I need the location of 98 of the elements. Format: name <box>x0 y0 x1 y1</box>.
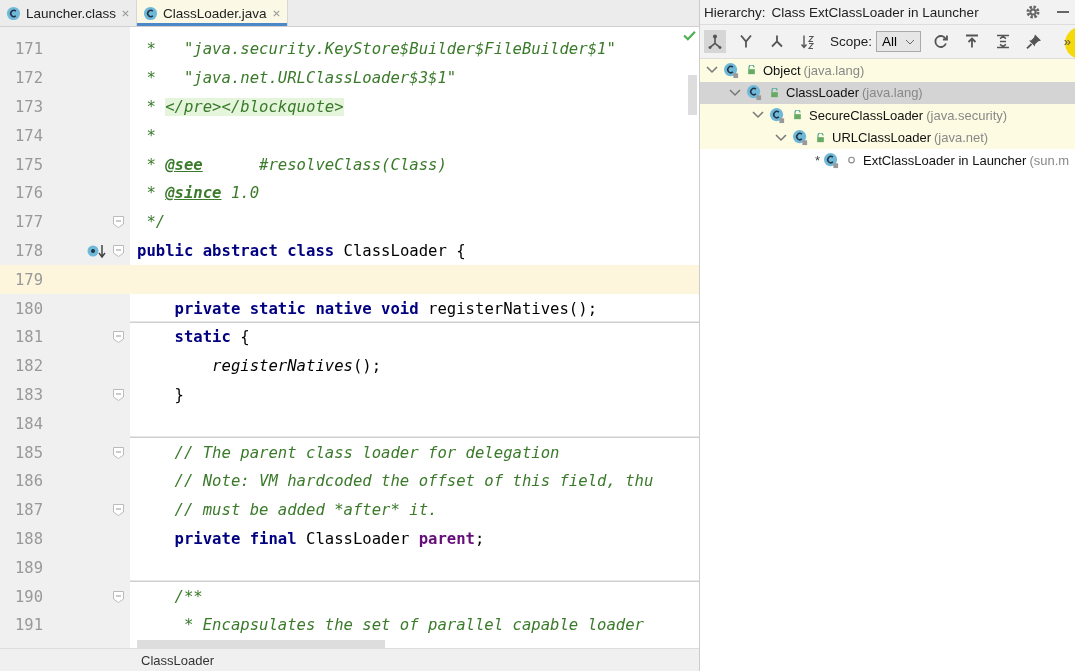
line-number: 183 <box>14 385 43 404</box>
line-number: 188 <box>14 529 43 548</box>
class-name: SecureClassLoader <box>809 107 924 123</box>
editor-tab[interactable]: ClassLoader.java <box>137 0 288 26</box>
line-number: 184 <box>14 414 43 433</box>
panel-title: Class ExtClassLoader in Launcher <box>771 4 980 20</box>
code-token: * "java.security.KeyStore$Builder$FileBuilder$1" <box>145 40 616 59</box>
code-token: /** <box>173 587 203 606</box>
code-token: * <box>145 98 157 116</box>
tree-row[interactable]: SecureClassLoader (java.security) <box>700 104 1075 127</box>
code-token: ClassLoader <box>306 529 411 548</box>
code-token: */ <box>145 213 166 232</box>
line-number: 178 <box>14 241 43 260</box>
code-token: registerNatives(); <box>428 299 598 318</box>
code-token: @see <box>165 155 203 174</box>
code-token: * <box>145 155 157 174</box>
close-icon[interactable] <box>121 8 131 18</box>
scope-label: Scope: <box>829 34 872 49</box>
class-icon <box>143 5 159 21</box>
line-number: 191 <box>14 616 43 635</box>
tree-row[interactable]: ClassLoader (java.lang) <box>700 81 1075 104</box>
lock-icon <box>747 65 756 76</box>
scrollbar-thumb[interactable] <box>137 640 385 648</box>
code-token: // must be added *after* it. <box>173 501 438 520</box>
line-number: 186 <box>14 472 43 491</box>
code-token: * Encapsulates the set of parallel capable loader <box>182 616 644 635</box>
class-icon <box>823 151 841 169</box>
code-token: private static native void <box>173 299 420 318</box>
line-number: 174 <box>14 126 43 145</box>
code-token: * "java.net.URLClassLoader$3$1" <box>145 69 457 88</box>
line-number: 181 <box>14 328 43 347</box>
line-number: 189 <box>14 558 43 577</box>
code-token: 1.0 <box>229 184 260 203</box>
override-icon[interactable] <box>87 242 107 259</box>
line-number: 177 <box>14 213 43 232</box>
settings-icon[interactable] <box>1025 4 1041 20</box>
code-token: * <box>145 184 157 203</box>
code-token: { <box>240 328 250 347</box>
class-name: URLClassLoader <box>832 130 931 146</box>
code-token: // Note: VM hardcoded the offset of this field, thu <box>173 472 654 491</box>
code-token: ClassLoader { <box>343 241 466 260</box>
line-number: 171 <box>14 40 43 59</box>
code-token: #resolveClass(Class) <box>258 155 447 174</box>
tree-row[interactable]: * ExtClassLoader in Launcher (sun.m <box>700 149 1075 172</box>
chevron-down-icon[interactable] <box>775 133 787 142</box>
panel-title: Hierarchy: <box>704 4 766 20</box>
chevron-down-icon[interactable] <box>752 111 764 120</box>
class-icon <box>769 106 786 124</box>
package-name: (sun.m <box>1029 152 1070 168</box>
code-token: (); <box>352 357 382 376</box>
code-token: * <box>145 126 156 145</box>
scope-dropdown[interactable]: All <box>875 31 921 52</box>
class-icon <box>746 84 763 102</box>
scrollbar-thumb[interactable] <box>688 75 697 115</box>
visibility-icon <box>847 155 857 166</box>
code-token: ; <box>475 529 485 548</box>
tree-row[interactable]: Object (java.lang) <box>700 59 1075 82</box>
package-name: (java.security) <box>926 107 1008 123</box>
tree-row[interactable]: URLClassLoader (java.net) <box>700 126 1075 149</box>
check-icon <box>683 30 696 41</box>
code-token: // The parent class loader for delegation <box>173 443 560 462</box>
line-number: 180 <box>14 299 43 318</box>
line-number: 190 <box>14 587 43 606</box>
code-token: @since <box>165 184 222 203</box>
class-name: ExtClassLoader in Launcher <box>863 152 1027 168</box>
line-number: 187 <box>14 501 43 520</box>
package-name: (java.net) <box>934 130 989 146</box>
lock-icon <box>793 110 802 121</box>
chevron-down-icon[interactable] <box>706 66 718 75</box>
code-token: private final <box>173 529 298 548</box>
line-number: 176 <box>14 184 43 203</box>
hierarchy-icon[interactable] <box>704 30 726 53</box>
class-name: Object <box>763 62 801 78</box>
lock-icon <box>816 132 825 143</box>
code-token: static <box>173 328 232 347</box>
class-name: ClassLoader <box>786 85 859 101</box>
close-icon[interactable] <box>271 8 281 18</box>
package-name: (java.lang) <box>862 85 923 101</box>
code-token: public abstract class <box>137 241 336 260</box>
line-number: 182 <box>14 357 43 376</box>
asterisk-marker: * <box>815 152 821 168</box>
package-name: (java.lang) <box>803 62 865 78</box>
line-number: 172 <box>14 69 43 88</box>
line-number: 179 <box>14 270 43 289</box>
code-token: registerNatives <box>211 357 353 376</box>
line-number: 185 <box>14 443 43 462</box>
lock-icon <box>770 87 779 98</box>
code-token: parent <box>418 529 475 548</box>
class-icon <box>792 129 809 147</box>
code-token: </pre></blockquote> <box>165 98 344 116</box>
breadcrumb[interactable]: ClassLoader <box>141 652 214 668</box>
line-number: 175 <box>14 155 43 174</box>
chevron-down-icon[interactable] <box>729 88 741 97</box>
class-icon <box>6 5 21 21</box>
class-icon <box>723 61 740 79</box>
caret-icon[interactable] <box>904 38 915 45</box>
code-token: } <box>173 385 184 404</box>
line-number: 173 <box>14 98 43 116</box>
